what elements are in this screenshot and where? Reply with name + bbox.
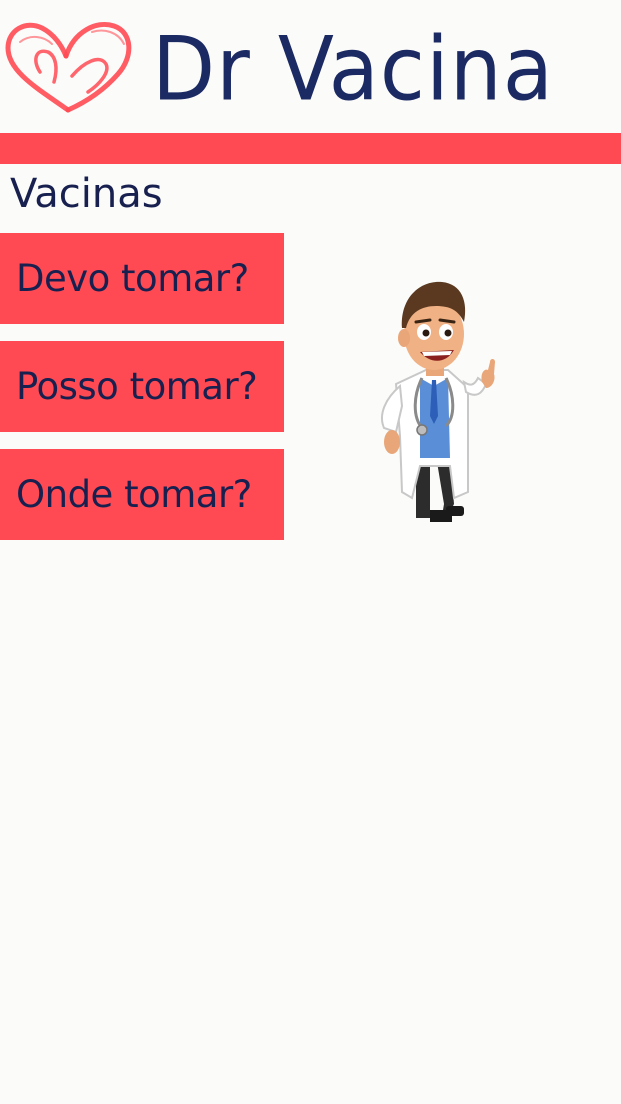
posso-tomar-button[interactable]: Posso tomar? [0,341,284,432]
devo-tomar-button[interactable]: Devo tomar? [0,233,284,324]
app-header: Dr Vacina [0,0,621,130]
onde-tomar-button[interactable]: Onde tomar? [0,449,284,540]
brand-title: Dr Vacina [152,18,554,122]
onde-tomar-label: Onde tomar? [16,473,252,516]
posso-tomar-label: Posso tomar? [16,365,258,408]
doctor-illustration-icon [381,281,495,522]
section-title: Vacinas [10,171,163,217]
header-accent-bar [0,133,621,164]
devo-tomar-label: Devo tomar? [16,257,249,300]
heart-logo-icon [5,22,132,113]
